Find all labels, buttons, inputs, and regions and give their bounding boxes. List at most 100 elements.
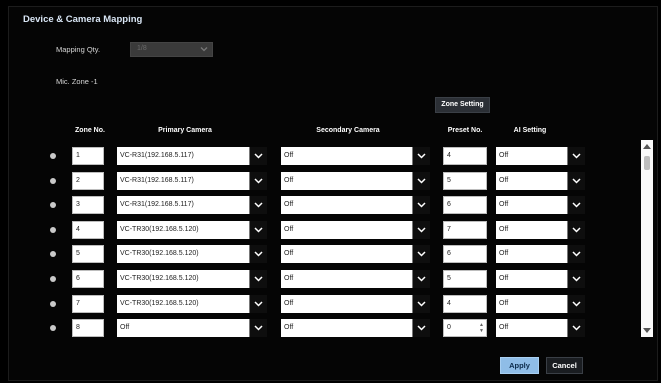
ai-setting-select[interactable]: Off	[496, 196, 585, 215]
chevron-down-icon	[417, 325, 426, 331]
preset-number-input[interactable]: 7	[443, 220, 487, 239]
secondary-camera-value: Off	[281, 319, 413, 338]
preset-number-value: 5	[447, 275, 451, 282]
preset-number-input[interactable]: 5	[443, 171, 487, 190]
primary-camera-select[interactable]: VC-TR30(192.168.5.120)	[117, 220, 267, 239]
primary-camera-dropdown-button[interactable]	[249, 245, 267, 264]
zone-setting-button[interactable]: Zone Setting	[435, 97, 490, 113]
ai-setting-dropdown-button[interactable]	[567, 147, 585, 165]
chevron-down-icon	[254, 227, 263, 233]
primary-camera-dropdown-button[interactable]	[249, 220, 267, 239]
secondary-camera-select[interactable]: Off	[281, 220, 431, 239]
ai-setting-select[interactable]: Off	[496, 294, 585, 313]
zone-number-input[interactable]: 6	[72, 270, 104, 288]
primary-camera-dropdown-button[interactable]	[249, 147, 267, 165]
primary-camera-value: VC-R31(192.168.5.117)	[117, 147, 249, 165]
zone-number-input[interactable]: 5	[72, 245, 104, 264]
apply-button[interactable]: Apply	[500, 357, 539, 374]
secondary-camera-select[interactable]: Off	[281, 245, 431, 264]
primary-camera-select[interactable]: VC-R31(192.168.5.117)	[117, 196, 267, 215]
primary-camera-select[interactable]: VC-R31(192.168.5.117)	[117, 147, 267, 165]
chevron-down-icon	[572, 227, 581, 233]
preset-number-input[interactable]: 0 ▲ ▼	[443, 319, 487, 338]
secondary-camera-dropdown-button[interactable]	[412, 270, 430, 288]
ai-setting-dropdown-button[interactable]	[567, 319, 585, 338]
chevron-down-icon	[254, 276, 263, 282]
table-row: 2 VC-R31(192.168.5.117) Off 5 Off	[0, 171, 661, 195]
secondary-camera-select[interactable]: Off	[281, 294, 431, 313]
ai-setting-select[interactable]: Off	[496, 147, 585, 165]
row-status-dot	[50, 153, 56, 159]
ai-setting-value: Off	[496, 196, 568, 215]
ai-setting-value: Off	[496, 245, 568, 264]
primary-camera-select[interactable]: Off	[117, 319, 267, 338]
secondary-camera-dropdown-button[interactable]	[412, 147, 430, 165]
secondary-camera-value: Off	[281, 245, 413, 264]
preset-number-input[interactable]: 6	[443, 196, 487, 215]
ai-setting-dropdown-button[interactable]	[567, 171, 585, 190]
secondary-camera-value: Off	[281, 171, 413, 190]
secondary-camera-dropdown-button[interactable]	[412, 220, 430, 239]
chevron-down-icon	[572, 178, 581, 184]
header-ai-setting: AI Setting	[513, 127, 547, 134]
ai-setting-select[interactable]: Off	[496, 319, 585, 338]
zone-number-input[interactable]: 1	[72, 147, 104, 165]
mapping-qty-select[interactable]: 1/8	[130, 42, 213, 57]
ai-setting-select[interactable]: Off	[496, 245, 585, 264]
zone-number-input[interactable]: 3	[72, 196, 104, 215]
primary-camera-select[interactable]: VC-TR30(192.168.5.120)	[117, 294, 267, 313]
primary-camera-value: Off	[117, 319, 249, 338]
secondary-camera-value: Off	[281, 147, 413, 165]
chevron-down-icon	[417, 251, 426, 257]
primary-camera-dropdown-button[interactable]	[249, 171, 267, 190]
scroll-down-icon[interactable]	[643, 328, 651, 333]
primary-camera-select[interactable]: VC-R31(192.168.5.117)	[117, 171, 267, 190]
header-secondary-camera: Secondary Camera	[316, 127, 380, 134]
zone-number-input[interactable]: 7	[72, 294, 104, 313]
secondary-camera-dropdown-button[interactable]	[412, 245, 430, 264]
secondary-camera-dropdown-button[interactable]	[412, 294, 430, 313]
ai-setting-dropdown-button[interactable]	[567, 220, 585, 239]
table-scrollbar[interactable]	[641, 140, 653, 337]
chevron-down-icon	[572, 153, 581, 159]
primary-camera-dropdown-button[interactable]	[249, 270, 267, 288]
preset-number-value: 4	[447, 152, 451, 159]
primary-camera-dropdown-button[interactable]	[249, 196, 267, 215]
ai-setting-dropdown-button[interactable]	[567, 294, 585, 313]
preset-number-input[interactable]: 5	[443, 270, 487, 288]
secondary-camera-select[interactable]: Off	[281, 171, 431, 190]
secondary-camera-select[interactable]: Off	[281, 270, 431, 288]
secondary-camera-select[interactable]: Off	[281, 147, 431, 165]
ai-setting-select[interactable]: Off	[496, 270, 585, 288]
primary-camera-dropdown-button[interactable]	[249, 319, 267, 338]
preset-number-input[interactable]: 6	[443, 245, 487, 264]
secondary-camera-select[interactable]: Off	[281, 319, 431, 338]
scroll-up-icon[interactable]	[643, 144, 651, 149]
spinner-icon[interactable]: ▲ ▼	[479, 322, 484, 334]
ai-setting-select[interactable]: Off	[496, 171, 585, 190]
scroll-thumb[interactable]	[644, 156, 650, 170]
chevron-down-icon	[254, 325, 263, 331]
chevron-down-icon	[417, 178, 426, 184]
ai-setting-dropdown-button[interactable]	[567, 196, 585, 215]
primary-camera-value: VC-R31(192.168.5.117)	[117, 171, 249, 190]
secondary-camera-dropdown-button[interactable]	[412, 196, 430, 215]
ai-setting-value: Off	[496, 220, 568, 239]
chevron-down-icon	[254, 202, 263, 208]
primary-camera-select[interactable]: VC-TR30(192.168.5.120)	[117, 245, 267, 264]
preset-number-input[interactable]: 4	[443, 147, 487, 165]
primary-camera-dropdown-button[interactable]	[249, 294, 267, 313]
zone-number-input[interactable]: 2	[72, 171, 104, 190]
primary-camera-select[interactable]: VC-TR30(192.168.5.120)	[117, 270, 267, 288]
secondary-camera-select[interactable]: Off	[281, 196, 431, 215]
ai-setting-select[interactable]: Off	[496, 220, 585, 239]
cancel-button[interactable]: Cancel	[546, 357, 583, 374]
zone-number-input[interactable]: 8	[72, 319, 104, 338]
preset-number-input[interactable]: 4	[443, 294, 487, 313]
secondary-camera-dropdown-button[interactable]	[412, 171, 430, 190]
ai-setting-dropdown-button[interactable]	[567, 245, 585, 264]
table-row: 5 VC-TR30(192.168.5.120) Off 6 Off	[0, 244, 661, 268]
ai-setting-dropdown-button[interactable]	[567, 270, 585, 288]
secondary-camera-dropdown-button[interactable]	[412, 319, 430, 338]
zone-number-input[interactable]: 4	[72, 220, 104, 239]
